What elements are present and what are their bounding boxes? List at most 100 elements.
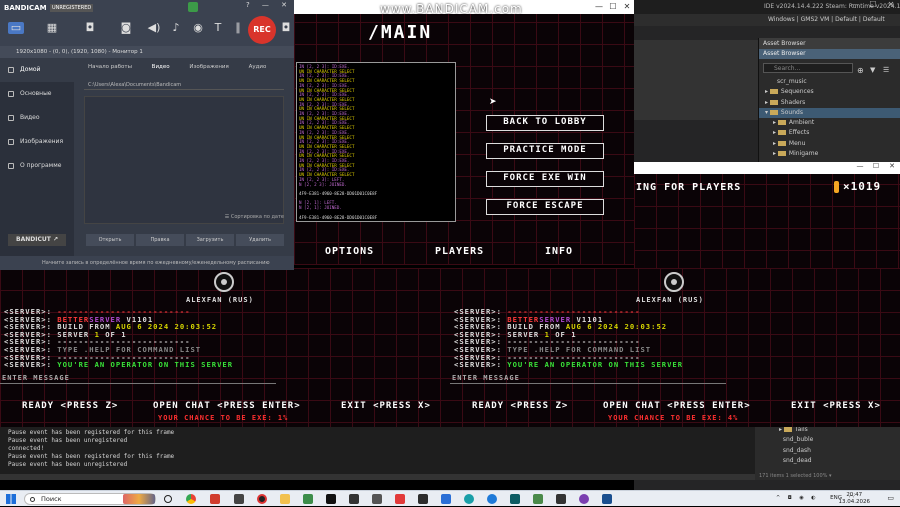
notification-icon[interactable]: ▭ (887, 494, 894, 502)
ready-action[interactable]: READY <PRESS Z> (22, 401, 118, 411)
screen-mode-icon[interactable]: ▭ (8, 22, 24, 34)
nav-home[interactable]: Домой (0, 58, 74, 82)
sort-by-date[interactable]: ☰ Сортировка по дате (225, 214, 284, 220)
game-mode-icon[interactable]: ◘ (82, 22, 98, 34)
exit-action[interactable]: EXIT <PRESS X> (791, 401, 881, 411)
app-icon[interactable] (210, 494, 220, 504)
text-icon[interactable]: T (210, 22, 226, 34)
file-list[interactable] (84, 96, 284, 224)
clock[interactable]: 20:47 13.04.2026 (839, 492, 871, 506)
nav-about[interactable]: О программе (0, 154, 74, 178)
screenshot-icon[interactable]: ◘ (278, 22, 294, 34)
tree-item-sounds[interactable]: ▾ Sounds (759, 107, 900, 119)
back-to-lobby-button[interactable]: BACK TO LOBBY (486, 115, 604, 131)
chat-log: <SERVER>: ------------------------- <SERV… (454, 308, 683, 369)
hdmi-mode-icon[interactable]: ▦ (44, 22, 60, 34)
app-icon[interactable] (418, 494, 428, 504)
speaker-icon[interactable]: ◀) (146, 22, 162, 34)
app-icon[interactable] (349, 494, 359, 504)
schedule-hint[interactable]: Начните запись в определённое время по е… (0, 256, 294, 270)
tab-images[interactable]: Изображения (189, 64, 228, 70)
output-panel: Pause event has been registered for this… (0, 427, 755, 480)
ide-window-controls[interactable]: — ☐ ✕ (846, 0, 900, 9)
window-controls[interactable]: ? — ✕ (246, 1, 292, 9)
nav-video[interactable]: Видео (0, 106, 74, 130)
force-escape-button[interactable]: FORCE ESCAPE (486, 199, 604, 215)
open-button[interactable]: Открыть (86, 234, 134, 246)
app-icon[interactable] (395, 494, 405, 504)
add-icon[interactable]: ⊕ (857, 66, 864, 75)
asset-tree: scr_music ▸ Sequences ▸ Shaders ▾ Sounds… (759, 77, 900, 159)
bandicut-button[interactable]: BANDICUT ↗ (8, 234, 66, 246)
window-controls[interactable]: — ☐ ✕ (634, 162, 900, 174)
folder-icon (769, 109, 778, 115)
menu-icon[interactable]: ☰ (883, 66, 889, 74)
practice-mode-button[interactable]: PRACTICE MODE (486, 143, 604, 159)
chrome-icon[interactable] (186, 494, 196, 504)
output-folder-path[interactable]: C:\Users\Alexa\Documents\Bandicam (84, 80, 284, 90)
file-explorer-icon[interactable] (280, 494, 290, 504)
pause-icon[interactable]: ∥ (230, 22, 246, 34)
chat-input[interactable]: ENTER MESSAGE (0, 374, 276, 384)
tray-icons[interactable]: ^ ◘ ◉ ◐ (776, 495, 819, 501)
app-icon[interactable] (441, 494, 451, 504)
horizontal-scrollbar[interactable] (0, 474, 755, 480)
tree-item[interactable]: ▸ Effects (759, 128, 900, 138)
server-prefix: <SERVER>: (454, 360, 502, 370)
delete-button[interactable]: Удалить (236, 234, 284, 246)
upload-button[interactable]: Загрузить (186, 234, 234, 246)
app-icon[interactable] (464, 494, 474, 504)
windows-start-icon[interactable] (6, 494, 16, 504)
force-exe-win-button[interactable]: FORCE EXE WIN (486, 171, 604, 187)
chat-input[interactable]: ENTER MESSAGE (450, 374, 726, 384)
edit-button[interactable]: Правка (136, 234, 184, 246)
exit-action[interactable]: EXIT <PRESS X> (341, 401, 431, 411)
chat-text: YOU'RE AN OPERATOR ON THIS SERVER (51, 360, 234, 370)
app-icon[interactable] (533, 494, 543, 504)
tab-getting-started[interactable]: Начало работы (88, 64, 132, 70)
open-chat-action[interactable]: OPEN CHAT <PRESS ENTER> (603, 401, 751, 411)
asset-search-input[interactable]: Search... (763, 63, 853, 73)
record-button[interactable]: REC (248, 16, 276, 44)
tab-video[interactable]: Видео (152, 64, 170, 70)
filter-icon[interactable]: ▼ (870, 66, 875, 74)
chat-text: AUG 6 2024 20:03:52 (565, 322, 668, 332)
tab-audio[interactable]: Аудио (249, 64, 267, 70)
app-icon[interactable] (234, 494, 244, 504)
open-chat-action[interactable]: OPEN CHAT <PRESS ENTER> (153, 401, 301, 411)
app-icon[interactable] (556, 494, 566, 504)
camera-overlay-icon[interactable]: ◉ (190, 22, 206, 34)
ide-menu[interactable]: Windows | GMS2 VM | Default | Default (634, 14, 900, 26)
tree-item[interactable]: snd_dead (755, 456, 900, 466)
asset-browser-tab[interactable]: Asset Browser (759, 38, 900, 49)
options-tab[interactable]: OPTIONS (325, 246, 374, 257)
task-view-icon[interactable] (164, 495, 172, 503)
window-controls[interactable]: — ☐ ✕ (592, 0, 634, 14)
info-tab[interactable]: INFO (545, 246, 573, 257)
tree-item[interactable]: ▸ Menu (759, 139, 900, 149)
tree-item[interactable]: snd_buble (755, 435, 900, 445)
bandicam-taskbar-icon[interactable] (257, 494, 267, 504)
tree-item[interactable]: snd_dash (755, 446, 900, 456)
tree-item[interactable]: ▸ Minigame (759, 149, 900, 159)
tree-item[interactable]: scr_music (759, 77, 900, 87)
tree-item[interactable]: ▸ Shaders (759, 98, 900, 108)
nav-images[interactable]: Изображения (0, 130, 74, 154)
app-icon[interactable] (326, 494, 336, 504)
webcam-icon[interactable]: ◙ (118, 22, 134, 34)
tree-item[interactable]: ▸ Sequences (759, 87, 900, 97)
edge-icon[interactable] (487, 494, 497, 504)
app-icon[interactable] (372, 494, 382, 504)
tree-item[interactable]: ▸ Ambient (759, 118, 900, 128)
players-tab[interactable]: PLAYERS (435, 246, 484, 257)
ready-action[interactable]: READY <PRESS Z> (472, 401, 568, 411)
lock-icon[interactable] (188, 2, 198, 12)
folder-icon (783, 427, 792, 432)
nav-general[interactable]: Основные (0, 82, 74, 106)
app-icon[interactable] (602, 494, 612, 504)
app-icon[interactable] (303, 494, 313, 504)
app-icon[interactable] (510, 494, 520, 504)
resolution-bar[interactable]: 1920x1080 - (0, 0), (1920, 1080) - Монит… (0, 46, 294, 58)
mic-icon[interactable]: ♪ (168, 22, 184, 34)
app-icon[interactable] (579, 494, 589, 504)
